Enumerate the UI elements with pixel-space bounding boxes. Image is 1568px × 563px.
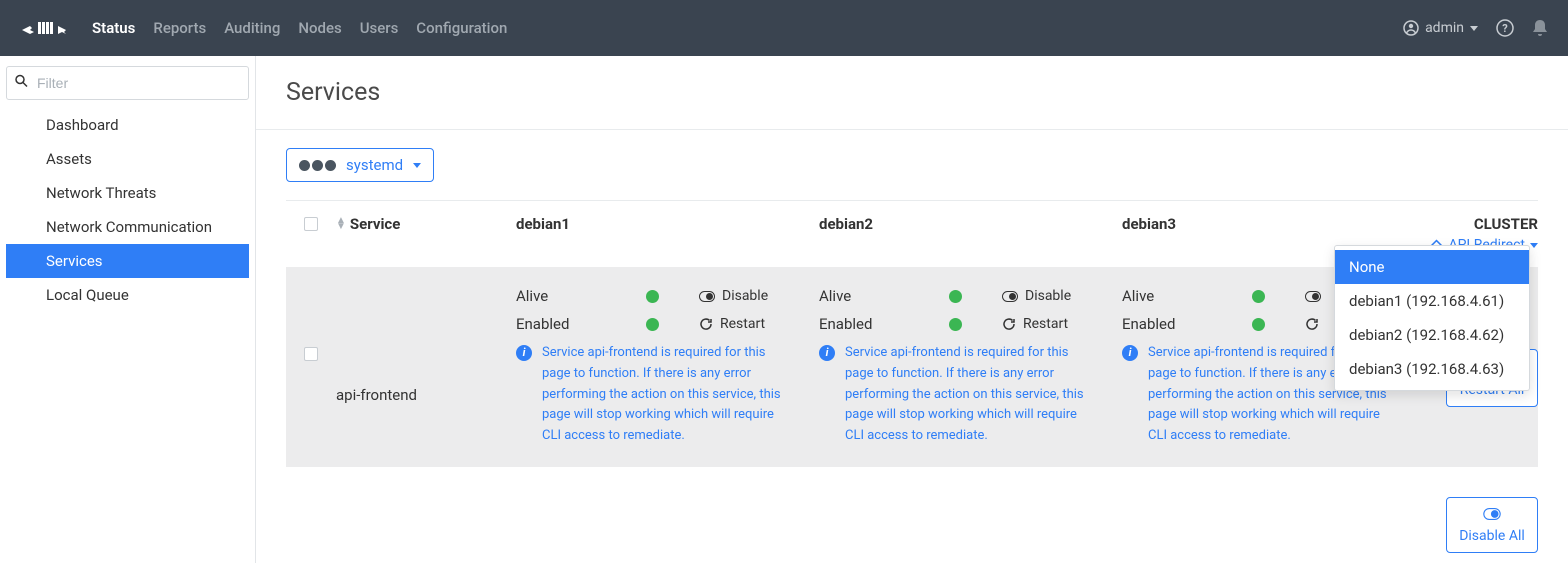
sidebar-item-dashboard[interactable]: Dashboard [6,108,249,142]
nav-nodes[interactable]: Nodes [298,19,341,37]
restart-button[interactable] [1305,317,1319,331]
warning-text: i Service api-frontend is required for t… [516,343,795,447]
status-alive-label: Alive [1122,287,1252,305]
disable-all-button[interactable]: Disable All [1446,497,1538,553]
chevron-down-icon [413,163,421,168]
toggle-icon [1483,506,1501,524]
help-icon[interactable]: ? [1496,19,1514,37]
api-redirect-menu: None debian1 (192.168.4.61) debian2 (192… [1334,245,1530,391]
status-alive-label: Alive [819,287,949,305]
th-node-1: debian1 [516,215,570,233]
nav-right: admin ? [1403,19,1548,37]
status-dot-green [1252,290,1265,303]
cell-service-name: api-frontend [336,287,516,447]
nav-users[interactable]: Users [360,19,399,37]
dd-item-debian1[interactable]: debian1 (192.168.4.61) [1335,284,1529,318]
status-alive-label: Alive [516,287,646,305]
sidebar-item-assets[interactable]: Assets [6,142,249,176]
user-label: admin [1425,20,1464,36]
toggle-icon [1002,291,1018,302]
status-dot-green [646,318,659,331]
sidebar-item-local-queue[interactable]: Local Queue [6,278,249,312]
status-dot-green [949,318,962,331]
cell-node-2: Alive Disable Enabled Restart [819,287,1122,447]
th-cluster: CLUSTER [1474,215,1538,233]
disable-button[interactable]: Disable [1002,288,1071,304]
filter-input[interactable] [6,66,249,100]
status-dot-green [949,290,962,303]
systemd-dropdown[interactable]: systemd [286,148,434,182]
cell-node-1: Alive Disable Enabled Restart [516,287,819,447]
table-header: ▲▼ Service debian1 debian2 debian3 CLUST… [286,201,1538,267]
nav-auditing[interactable]: Auditing [224,19,280,37]
user-icon [1403,20,1419,36]
th-node-3: debian3 [1122,215,1176,233]
sidebar-item-network-communication[interactable]: Network Communication [6,210,249,244]
status-enabled-label: Enabled [516,315,646,333]
row-checkbox[interactable] [304,347,318,361]
status-dot-green [646,290,659,303]
sidebar-item-services[interactable]: Services [6,244,249,278]
chevron-down-icon [1530,243,1538,248]
restart-icon [1305,317,1319,331]
nav-items: Status Reports Auditing Nodes Users Conf… [92,19,507,37]
select-all-checkbox[interactable] [304,217,318,231]
logo [20,16,72,40]
bell-icon[interactable] [1532,19,1548,37]
info-icon: i [819,345,835,361]
dots-icon [299,160,336,171]
restart-button[interactable]: Restart [1002,316,1068,332]
status-enabled-label: Enabled [1122,315,1252,333]
content: Services systemd ▲▼ Service debian1 debi… [256,56,1568,563]
sort-icon[interactable]: ▲▼ [336,218,346,230]
restart-icon [699,317,713,331]
info-icon: i [516,345,532,361]
search-icon [15,75,28,92]
th-service[interactable]: Service [350,215,400,233]
chevron-down-icon [1470,26,1478,31]
status-dot-green [1252,318,1265,331]
dd-item-none[interactable]: None [1335,250,1529,284]
disable-button[interactable]: Disable [699,288,768,304]
systemd-label: systemd [346,156,403,174]
sidebar-item-network-threats[interactable]: Network Threats [6,176,249,210]
user-menu[interactable]: admin [1403,20,1478,36]
restart-icon [1002,317,1016,331]
page-title: Services [286,78,1538,107]
toggle-icon [699,291,715,302]
dd-item-debian2[interactable]: debian2 (192.168.4.62) [1335,318,1529,352]
nav-status[interactable]: Status [92,19,135,37]
status-enabled-label: Enabled [819,315,949,333]
nav-reports[interactable]: Reports [153,19,206,37]
services-table: ▲▼ Service debian1 debian2 debian3 CLUST… [286,200,1538,467]
restart-button[interactable]: Restart [699,316,765,332]
top-navbar: Status Reports Auditing Nodes Users Conf… [0,0,1568,56]
toggle-icon [1305,291,1321,302]
info-icon: i [1122,345,1138,361]
sidebar: Dashboard Assets Network Threats Network… [0,56,256,563]
th-node-2: debian2 [819,215,873,233]
warning-text: i Service api-frontend is required for t… [819,343,1098,447]
dd-item-debian3[interactable]: debian3 (192.168.4.63) [1335,352,1529,386]
nav-configuration[interactable]: Configuration [416,19,507,37]
disable-button[interactable] [1305,291,1321,302]
svg-text:?: ? [1502,22,1508,35]
